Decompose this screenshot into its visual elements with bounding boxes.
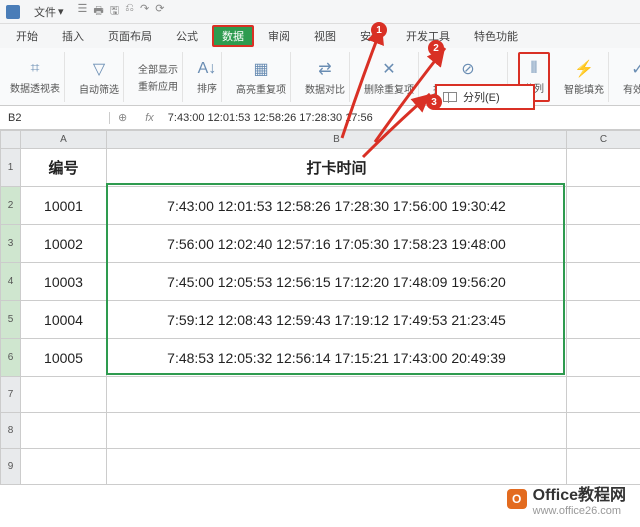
- cell[interactable]: 7:48:53 12:05:32 12:56:14 17:15:21 17:43…: [107, 339, 567, 377]
- cell[interactable]: 7:56:00 12:02:40 12:57:16 17:05:30 17:58…: [107, 225, 567, 263]
- cell[interactable]: [567, 149, 640, 187]
- cell[interactable]: 10003: [21, 263, 107, 301]
- tab-review[interactable]: 审阅: [258, 25, 300, 47]
- chevron-down-icon: ▾: [58, 5, 64, 18]
- cell[interactable]: 10004: [21, 301, 107, 339]
- ribbon-flash-fill[interactable]: ⚡智能填充: [560, 52, 609, 102]
- cell[interactable]: [567, 301, 640, 339]
- col-header-A[interactable]: A: [21, 131, 107, 149]
- cell[interactable]: [567, 225, 640, 263]
- menubar: 文件 ▾ ☰ 🖶 🖫 ⎌ ↷ ⟳: [0, 0, 640, 24]
- fx-label: fx: [135, 112, 164, 124]
- row-header[interactable]: 3: [1, 225, 21, 263]
- pivot-icon: ⌗: [30, 60, 39, 78]
- callout-2: 2: [428, 40, 444, 56]
- ribbon-reapply[interactable]: 全部显示重新应用: [134, 52, 183, 102]
- file-menu-label: 文件: [34, 4, 56, 20]
- cell[interactable]: [567, 413, 640, 449]
- name-box[interactable]: B2: [0, 112, 110, 124]
- cell[interactable]: 10001: [21, 187, 107, 225]
- row-header[interactable]: 2: [1, 187, 21, 225]
- ribbon-sort[interactable]: A↓排序: [193, 52, 222, 102]
- cell[interactable]: 打卡时间: [107, 149, 567, 187]
- ribbon-filter[interactable]: ▽自动筛选: [75, 52, 124, 102]
- fx-icon[interactable]: ⊕: [110, 111, 135, 124]
- callout-3: 3: [426, 94, 442, 110]
- qat-icon[interactable]: ☰: [78, 2, 88, 21]
- watermark-logo-icon: O: [507, 489, 527, 509]
- ribbon-tabs: 开始 插入 页面布局 公式 数据 审阅 视图 安全 开发工具 特色功能: [0, 24, 640, 48]
- row-header[interactable]: 1: [1, 149, 21, 187]
- cell[interactable]: [107, 377, 567, 413]
- watermark-url: www.office26.com: [533, 505, 626, 517]
- flash-fill-icon: ⚡: [574, 59, 594, 79]
- quick-access-toolbar: ☰ 🖶 🖫 ⎌ ↷ ⟳: [78, 2, 165, 21]
- ribbon-highlight-dup[interactable]: ▦高亮重复项: [232, 52, 291, 102]
- filter-icon: ▽: [93, 59, 105, 79]
- cell[interactable]: [567, 187, 640, 225]
- tab-formulas[interactable]: 公式: [166, 25, 208, 47]
- spreadsheet-grid[interactable]: A B C 1 编号 打卡时间 2 10001 7:43:00 12:01:53…: [0, 130, 640, 485]
- select-all-corner[interactable]: [1, 131, 21, 149]
- ribbon-validation[interactable]: ✓有效性: [619, 52, 640, 102]
- validation-icon: ✓: [631, 59, 640, 79]
- row-header[interactable]: 5: [1, 301, 21, 339]
- qat-icon[interactable]: ⟳: [155, 2, 164, 21]
- row-header[interactable]: 6: [1, 339, 21, 377]
- highlight-icon: ▦: [253, 59, 268, 79]
- tab-home[interactable]: 开始: [6, 25, 48, 47]
- cell[interactable]: 7:43:00 12:01:53 12:58:26 17:28:30 17:56…: [107, 187, 567, 225]
- cell[interactable]: [21, 413, 107, 449]
- watermark-title: Office教程网: [533, 487, 626, 504]
- cell[interactable]: [21, 377, 107, 413]
- reject-icon: ⊘: [461, 59, 474, 79]
- cell[interactable]: [567, 339, 640, 377]
- callout-1: 1: [371, 22, 387, 38]
- ribbon-pivot[interactable]: ⌗数据透视表: [6, 52, 65, 102]
- split-icon: ⫴: [531, 60, 538, 78]
- formula-bar: B2 ⊕ fx 7:43:00 12:01:53 12:58:26 17:28:…: [0, 106, 640, 130]
- cell[interactable]: [107, 413, 567, 449]
- col-header-C[interactable]: C: [567, 131, 640, 149]
- cell[interactable]: 7:59:12 12:08:43 12:59:43 17:19:12 17:49…: [107, 301, 567, 339]
- qat-icon[interactable]: 🖫: [110, 2, 119, 21]
- tab-insert[interactable]: 插入: [52, 25, 94, 47]
- file-menu[interactable]: 文件 ▾: [34, 4, 64, 20]
- cell[interactable]: 7:45:00 12:05:53 12:56:15 17:12:20 17:48…: [107, 263, 567, 301]
- cell[interactable]: [567, 263, 640, 301]
- cell[interactable]: 10005: [21, 339, 107, 377]
- app-logo-icon: [6, 5, 20, 19]
- watermark: O Office教程网 www.office26.com: [507, 481, 626, 517]
- cell[interactable]: [21, 449, 107, 485]
- tab-layout[interactable]: 页面布局: [98, 25, 162, 47]
- cell[interactable]: [567, 377, 640, 413]
- row-header[interactable]: 4: [1, 263, 21, 301]
- cell[interactable]: 10002: [21, 225, 107, 263]
- cell[interactable]: 编号: [21, 149, 107, 187]
- sort-icon: A↓: [198, 60, 217, 78]
- dropdown-item-label: 分列(E): [463, 89, 500, 105]
- cell[interactable]: [107, 449, 567, 485]
- row-header[interactable]: 9: [1, 449, 21, 485]
- ribbon: ⌗数据透视表 ▽自动筛选 全部显示重新应用 A↓排序 ▦高亮重复项 ⇄数据对比 …: [0, 48, 640, 106]
- row-header[interactable]: 8: [1, 413, 21, 449]
- tab-features[interactable]: 特色功能: [464, 25, 528, 47]
- qat-icon[interactable]: 🖶: [93, 2, 103, 21]
- cell[interactable]: [567, 449, 640, 485]
- tab-data[interactable]: 数据: [212, 25, 254, 47]
- compare-icon: ⇄: [318, 59, 331, 79]
- qat-icon[interactable]: ⎌: [125, 2, 134, 21]
- row-header[interactable]: 7: [1, 377, 21, 413]
- qat-icon[interactable]: ↷: [140, 2, 149, 21]
